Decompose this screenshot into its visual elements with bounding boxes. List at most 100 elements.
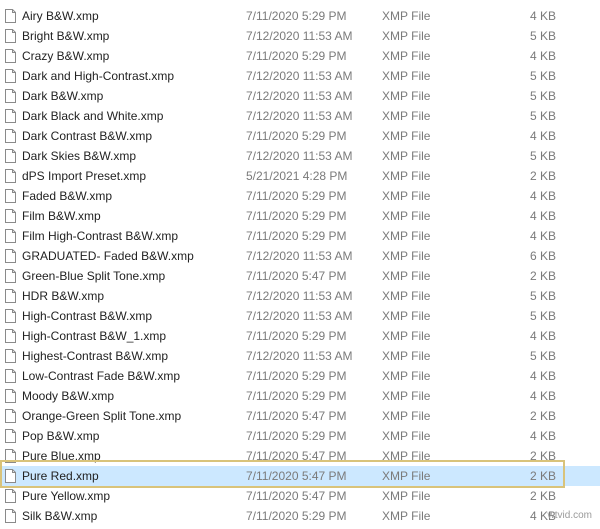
file-row[interactable]: High-Contrast B&W.xmp 7/12/2020 11:53 AM… <box>0 306 600 326</box>
file-row[interactable]: Film High-Contrast B&W.xmp 7/11/2020 5:2… <box>0 226 600 246</box>
file-type: XMP File <box>382 109 431 123</box>
file-size: 2 KB <box>529 449 556 463</box>
file-icon <box>5 169 16 183</box>
file-size: 5 KB <box>529 289 556 303</box>
file-name: Silk B&W.xmp <box>22 509 98 523</box>
file-size: 2 KB <box>529 269 556 283</box>
file-row[interactable]: Bright B&W.xmp 7/12/2020 11:53 AM XMP Fi… <box>0 26 600 46</box>
file-size: 4 KB <box>529 329 556 343</box>
file-date-modified: 7/12/2020 11:53 AM <box>246 289 353 303</box>
file-icon <box>5 69 16 83</box>
file-size: 6 KB <box>529 249 556 263</box>
file-name: Highest-Contrast B&W.xmp <box>22 349 169 363</box>
file-row[interactable]: Dark and High-Contrast.xmp 7/12/2020 11:… <box>0 66 600 86</box>
file-date-modified: 7/12/2020 11:53 AM <box>246 69 353 83</box>
file-row[interactable]: Pure Yellow.xmp 7/11/2020 5:47 PM XMP Fi… <box>0 486 600 506</box>
file-name: Crazy B&W.xmp <box>22 49 110 63</box>
file-size: 4 KB <box>529 389 556 403</box>
file-date-modified: 7/11/2020 5:47 PM <box>246 269 347 283</box>
file-date-modified: 7/11/2020 5:47 PM <box>246 489 347 503</box>
file-icon <box>5 89 16 103</box>
file-size: 2 KB <box>529 469 556 483</box>
file-row[interactable]: Green-Blue Split Tone.xmp 7/11/2020 5:47… <box>0 266 600 286</box>
file-date-modified: 7/11/2020 5:29 PM <box>246 369 347 383</box>
file-type: XMP File <box>382 89 431 103</box>
file-name: High-Contrast B&W.xmp <box>22 309 153 323</box>
file-icon <box>5 149 16 163</box>
file-icon <box>5 309 16 323</box>
file-row[interactable]: GRADUATED- Faded B&W.xmp 7/12/2020 11:53… <box>0 246 600 266</box>
file-date-modified: 7/12/2020 11:53 AM <box>246 249 353 263</box>
file-icon <box>5 369 16 383</box>
file-date-modified: 7/12/2020 11:53 AM <box>246 29 353 43</box>
file-icon <box>5 29 16 43</box>
file-type: XMP File <box>382 309 431 323</box>
file-name: Pure Red.xmp <box>22 469 99 483</box>
file-icon <box>5 289 16 303</box>
file-row[interactable]: High-Contrast B&W_1.xmp 7/11/2020 5:29 P… <box>0 326 600 346</box>
file-row[interactable]: Dark Skies B&W.xmp 7/12/2020 11:53 AM XM… <box>0 146 600 166</box>
file-date-modified: 7/11/2020 5:29 PM <box>246 329 347 343</box>
file-size: 2 KB <box>529 489 556 503</box>
file-row[interactable]: Pure Blue.xmp 7/11/2020 5:47 PM XMP File… <box>0 446 600 466</box>
file-date-modified: 7/11/2020 5:47 PM <box>246 469 347 483</box>
file-row[interactable]: Low-Contrast Fade B&W.xmp 7/11/2020 5:29… <box>0 366 600 386</box>
file-row[interactable]: HDR B&W.xmp 7/12/2020 11:53 AM XMP File … <box>0 286 600 306</box>
file-type: XMP File <box>382 469 431 483</box>
file-name: Dark Black and White.xmp <box>22 109 164 123</box>
file-type: XMP File <box>382 49 431 63</box>
file-name: dPS Import Preset.xmp <box>22 169 147 183</box>
file-size: 4 KB <box>529 49 556 63</box>
file-date-modified: 7/12/2020 11:53 AM <box>246 149 353 163</box>
file-row[interactable]: Dark B&W.xmp 7/12/2020 11:53 AM XMP File… <box>0 86 600 106</box>
file-date-modified: 7/11/2020 5:29 PM <box>246 229 347 243</box>
file-row[interactable]: Orange-Green Split Tone.xmp 7/11/2020 5:… <box>0 406 600 426</box>
file-name: Dark and High-Contrast.xmp <box>22 69 175 83</box>
file-size: 5 KB <box>529 109 556 123</box>
file-row[interactable]: Crazy B&W.xmp 7/11/2020 5:29 PM XMP File… <box>0 46 600 66</box>
file-icon <box>5 249 16 263</box>
file-row[interactable]: Highest-Contrast B&W.xmp 7/12/2020 11:53… <box>0 346 600 366</box>
file-date-modified: 7/11/2020 5:29 PM <box>246 209 347 223</box>
file-row[interactable]: Silk B&W.xmp 7/11/2020 5:29 PM XMP File … <box>0 506 600 526</box>
file-size: 4 KB <box>529 9 556 23</box>
file-row[interactable]: Faded B&W.xmp 7/11/2020 5:29 PM XMP File… <box>0 186 600 206</box>
file-row[interactable]: Dark Contrast B&W.xmp 7/11/2020 5:29 PM … <box>0 126 600 146</box>
file-name: Moody B&W.xmp <box>22 389 115 403</box>
file-row[interactable]: Airy B&W.xmp 7/11/2020 5:29 PM XMP File … <box>0 6 600 26</box>
file-row[interactable]: Moody B&W.xmp 7/11/2020 5:29 PM XMP File… <box>0 386 600 406</box>
file-name: Dark Skies B&W.xmp <box>22 149 137 163</box>
file-icon <box>5 269 16 283</box>
file-icon <box>5 349 16 363</box>
file-type: XMP File <box>382 229 431 243</box>
file-type: XMP File <box>382 269 431 283</box>
file-row[interactable]: Film B&W.xmp 7/11/2020 5:29 PM XMP File … <box>0 206 600 226</box>
file-type: XMP File <box>382 389 431 403</box>
file-name: Orange-Green Split Tone.xmp <box>22 409 182 423</box>
file-type: XMP File <box>382 189 431 203</box>
file-icon <box>5 49 16 63</box>
file-type: XMP File <box>382 69 431 83</box>
file-name: GRADUATED- Faded B&W.xmp <box>22 249 194 263</box>
file-date-modified: 7/12/2020 11:53 AM <box>246 109 353 123</box>
file-row[interactable]: Pop B&W.xmp 7/11/2020 5:29 PM XMP File 4… <box>0 426 600 446</box>
file-date-modified: 7/11/2020 5:29 PM <box>246 49 347 63</box>
file-icon <box>5 489 16 503</box>
file-type: XMP File <box>382 129 431 143</box>
file-row[interactable]: Pure Red.xmp 7/11/2020 5:47 PM XMP File … <box>0 466 600 486</box>
file-date-modified: 7/12/2020 11:53 AM <box>246 89 353 103</box>
file-row[interactable]: dPS Import Preset.xmp 5/21/2021 4:28 PM … <box>0 166 600 186</box>
file-name: Pop B&W.xmp <box>22 429 100 443</box>
file-type: XMP File <box>382 509 431 523</box>
file-row[interactable]: Dark Black and White.xmp 7/12/2020 11:53… <box>0 106 600 126</box>
file-date-modified: 7/11/2020 5:47 PM <box>246 409 347 423</box>
file-date-modified: 7/12/2020 11:53 AM <box>246 309 353 323</box>
file-size: 5 KB <box>529 89 556 103</box>
file-icon <box>5 9 16 23</box>
file-icon <box>5 329 16 343</box>
file-size: 5 KB <box>529 29 556 43</box>
file-type: XMP File <box>382 449 431 463</box>
file-size: 4 KB <box>529 429 556 443</box>
file-icon <box>5 409 16 423</box>
file-name: Dark Contrast B&W.xmp <box>22 129 153 143</box>
